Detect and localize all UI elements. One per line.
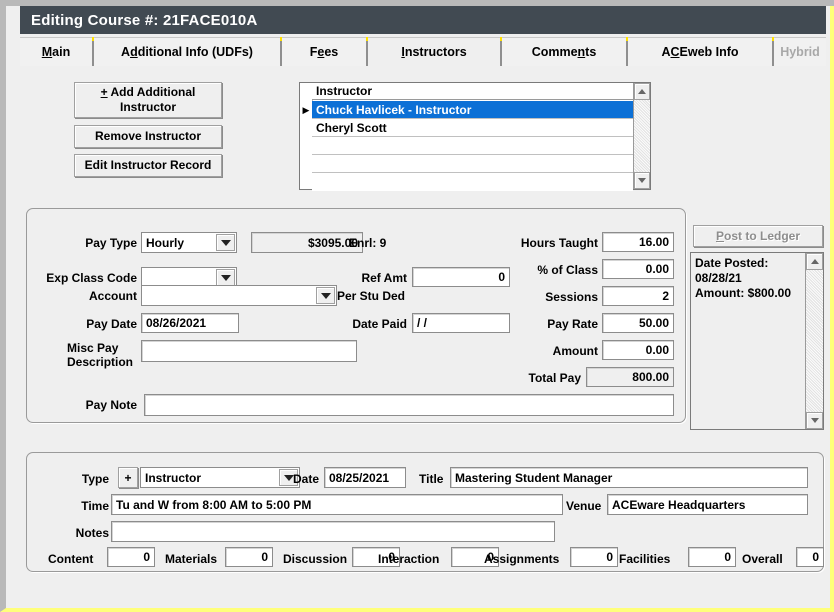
type-select[interactable]: Instructor bbox=[140, 467, 300, 488]
scroll-down-button[interactable] bbox=[634, 172, 650, 189]
amount-input[interactable]: 0.00 bbox=[602, 340, 674, 360]
pay-type-value: Hourly bbox=[146, 235, 185, 250]
instructor-name: Cheryl Scott bbox=[316, 120, 387, 135]
pay-type-label: Pay Type bbox=[85, 236, 137, 250]
time-label: Time bbox=[81, 499, 109, 513]
date-label: Date bbox=[293, 472, 320, 486]
instructor-list-scrollbar[interactable] bbox=[633, 83, 650, 189]
total-pay-display: 800.00 bbox=[586, 367, 674, 387]
pay-note-input[interactable] bbox=[144, 394, 674, 416]
misc-pay-description-label: Misc Pay Description bbox=[67, 341, 134, 369]
ledger-entry-text: Date Posted: 08/28/21 Amount: $800.00 bbox=[695, 256, 792, 300]
facilities-label: Facilities bbox=[619, 552, 671, 566]
tab-main[interactable]: Main bbox=[20, 37, 92, 67]
scroll-up-button[interactable] bbox=[806, 253, 823, 270]
venue-label: Venue bbox=[566, 499, 602, 513]
overall-input[interactable]: 0 bbox=[796, 547, 824, 567]
percent-of-class-input[interactable]: 0.00 bbox=[602, 259, 674, 279]
percent-of-class-label: % of Class bbox=[537, 263, 598, 277]
instructor-name: Chuck Havlicek - Instructor bbox=[316, 102, 472, 117]
pay-note-label: Pay Note bbox=[85, 398, 137, 412]
tab-instructors[interactable]: Instructors bbox=[368, 37, 500, 67]
ledger-scrollbar[interactable] bbox=[805, 253, 823, 429]
tab-additional-info[interactable]: Additional Info (UDFs) bbox=[94, 37, 280, 67]
tab-bar: Main Additional Info (UDFs) Fees Instruc… bbox=[20, 37, 826, 67]
account-label: Account bbox=[89, 289, 137, 303]
add-type-button[interactable]: + bbox=[118, 467, 138, 488]
tab-fees[interactable]: Fees bbox=[282, 37, 366, 67]
hours-taught-label: Hours Taught bbox=[520, 236, 598, 250]
add-additional-instructor-button[interactable]: + Add Additional Instructor bbox=[74, 82, 222, 118]
chevron-up-icon bbox=[810, 259, 819, 264]
chevron-down-icon[interactable] bbox=[216, 234, 235, 251]
misc-pay-description-input[interactable] bbox=[141, 340, 357, 362]
table-row[interactable] bbox=[312, 173, 633, 191]
instructor-list[interactable]: Instructor ▶ Chuck Havlicek - Instructor… bbox=[299, 82, 651, 191]
pay-total-display: $3095.00 bbox=[251, 232, 363, 253]
table-row[interactable]: Chuck Havlicek - Instructor bbox=[312, 101, 633, 119]
hours-taught-input[interactable]: 16.00 bbox=[602, 232, 674, 252]
content-label: Content bbox=[48, 552, 94, 566]
ledger-entries-panel: Date Posted: 08/28/21 Amount: $800.00 bbox=[690, 252, 824, 430]
scroll-up-button[interactable] bbox=[634, 83, 650, 100]
overall-label: Overall bbox=[742, 552, 783, 566]
type-value: Instructor bbox=[145, 470, 202, 485]
chevron-down-icon bbox=[810, 418, 819, 423]
exp-class-code-label: Exp Class Code bbox=[46, 271, 137, 285]
chevron-up-icon bbox=[638, 89, 646, 94]
content-input[interactable]: 0 bbox=[107, 547, 155, 567]
title-input[interactable]: Mastering Student Manager bbox=[450, 467, 808, 488]
tab-base-line bbox=[20, 66, 826, 68]
pay-rate-input[interactable]: 50.00 bbox=[602, 313, 674, 333]
pay-rate-label: Pay Rate bbox=[547, 317, 598, 331]
application-window: Editing Course #: 21FACE010A Main Additi… bbox=[0, 0, 834, 612]
edit-instructor-record-button[interactable]: Edit Instructor Record bbox=[74, 154, 222, 177]
chevron-down-icon[interactable] bbox=[216, 269, 235, 286]
title-label: Title bbox=[419, 472, 444, 486]
remove-instructor-button[interactable]: Remove Instructor bbox=[74, 125, 222, 148]
notes-input[interactable] bbox=[111, 521, 555, 542]
discussion-label: Discussion bbox=[283, 552, 348, 566]
sessions-input[interactable]: 2 bbox=[602, 286, 674, 306]
pay-type-select[interactable]: Hourly bbox=[141, 232, 237, 253]
chevron-down-icon bbox=[638, 178, 646, 183]
per-stu-ded-label: Per Stu Ded bbox=[337, 289, 406, 303]
tab-aceweb-info[interactable]: ACEweb Info bbox=[628, 37, 772, 67]
time-input[interactable]: Tu and W from 8:00 AM to 5:00 PM bbox=[111, 494, 563, 515]
grid-column-header-instructor: Instructor bbox=[312, 83, 633, 100]
total-pay-label: Total Pay bbox=[528, 371, 581, 385]
interaction-label: Interaction bbox=[378, 552, 440, 566]
chevron-down-icon[interactable] bbox=[316, 287, 335, 304]
sessions-label: Sessions bbox=[545, 290, 598, 304]
post-to-ledger-button: Post to Ledger bbox=[693, 225, 823, 247]
table-row[interactable]: Cheryl Scott bbox=[312, 119, 633, 137]
date-paid-label: Date Paid bbox=[352, 317, 407, 331]
amount-label: Amount bbox=[552, 344, 598, 358]
assignments-input[interactable]: 0 bbox=[570, 547, 618, 567]
ref-amt-label: Ref Amt bbox=[361, 271, 407, 285]
date-input[interactable]: 08/25/2021 bbox=[324, 467, 406, 488]
account-select[interactable] bbox=[141, 285, 337, 306]
table-row[interactable] bbox=[312, 155, 633, 173]
type-label: Type bbox=[81, 472, 109, 486]
assignments-label: Assignments bbox=[484, 552, 560, 566]
page-title: Editing Course #: 21FACE010A bbox=[31, 11, 258, 29]
table-row[interactable] bbox=[312, 137, 633, 155]
notes-label: Notes bbox=[75, 526, 109, 540]
facilities-input[interactable]: 0 bbox=[688, 547, 736, 567]
venue-input[interactable]: ACEware Headquarters bbox=[607, 494, 808, 515]
pay-date-input[interactable]: 08/26/2021 bbox=[141, 313, 239, 333]
materials-input[interactable]: 0 bbox=[225, 547, 273, 567]
pay-date-label: Pay Date bbox=[86, 317, 137, 331]
grid-current-row-marker: ▶ bbox=[302, 104, 310, 115]
enrollment-label: Enrl: 9 bbox=[349, 236, 387, 250]
session-detail-group: Type + Instructor Date 08/25/2021 Title … bbox=[26, 452, 824, 572]
tab-comments[interactable]: Comments bbox=[502, 37, 626, 67]
materials-label: Materials bbox=[165, 552, 218, 566]
tab-hybrid: Hybrid bbox=[774, 37, 826, 67]
pay-details-group: Pay Type Hourly $3095.00 Exp Class Code … bbox=[26, 208, 686, 423]
window-titlebar: Editing Course #: 21FACE010A bbox=[20, 6, 826, 34]
scroll-down-button[interactable] bbox=[806, 412, 823, 429]
